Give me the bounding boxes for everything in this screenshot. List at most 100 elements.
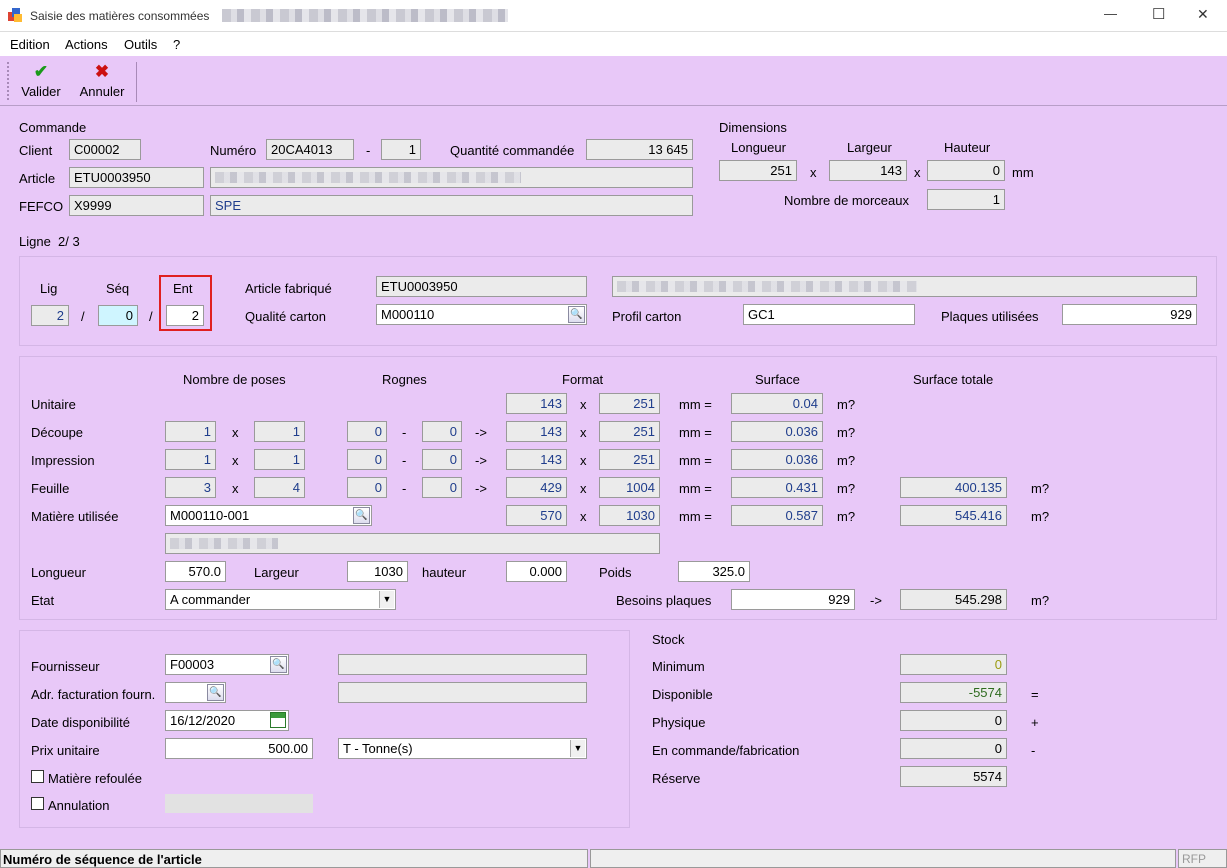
largeur-header: Largeur bbox=[847, 140, 892, 155]
matiere-value: M000110-001 bbox=[170, 508, 250, 523]
refoulee-label: Matière refoulée bbox=[48, 771, 142, 786]
cancel-button[interactable]: ✖ Annuler bbox=[77, 62, 127, 102]
besoins-field[interactable]: 929 bbox=[731, 589, 855, 610]
refoulee-checkbox[interactable] bbox=[31, 770, 44, 783]
validate-button[interactable]: ✔ Valider bbox=[18, 62, 64, 102]
adr-lookup-icon[interactable]: 🔍 bbox=[207, 684, 224, 701]
matiere-lookup-icon[interactable]: 🔍 bbox=[353, 507, 370, 524]
decoupe-rogne-1: 0 bbox=[347, 421, 387, 442]
matiere-field[interactable]: M000110-001 🔍 bbox=[165, 505, 372, 526]
poids-field[interactable]: 325.0 bbox=[678, 561, 750, 582]
decoupe-surface: 0.036 bbox=[731, 421, 823, 442]
row-label-impression: Impression bbox=[31, 453, 95, 468]
adr-field[interactable]: 🔍 bbox=[165, 682, 226, 703]
morceaux-field[interactable]: 1 bbox=[927, 189, 1005, 210]
decoupe-x1: x bbox=[232, 425, 239, 440]
profil-field[interactable]: GC1 bbox=[743, 304, 915, 325]
client-field[interactable]: C00002 bbox=[69, 139, 141, 160]
feuille-poses-2: 4 bbox=[254, 477, 305, 498]
feuille-mm: mm = bbox=[679, 481, 712, 496]
slash-2: / bbox=[149, 309, 153, 324]
rognes-header: Rognes bbox=[382, 372, 427, 387]
unite-select[interactable]: T - Tonne(s) ▼ bbox=[338, 738, 587, 759]
unitaire-format-1: 143 bbox=[506, 393, 567, 414]
menu-help[interactable]: ? bbox=[173, 37, 180, 52]
feuille-surface: 0.431 bbox=[731, 477, 823, 498]
dim-unit: mm bbox=[1012, 165, 1034, 180]
largeur2-field[interactable]: 1030 bbox=[347, 561, 408, 582]
matiere-mm: mm = bbox=[679, 509, 712, 524]
annulation-checkbox[interactable] bbox=[31, 797, 44, 810]
adr-label: Adr. facturation fourn. bbox=[31, 687, 156, 702]
qualite-lookup-icon[interactable]: 🔍 bbox=[568, 306, 585, 323]
decoupe-format-2: 251 bbox=[599, 421, 660, 442]
date-field[interactable]: 16/12/2020 bbox=[165, 710, 289, 731]
besoins-m2: m? bbox=[1031, 593, 1050, 608]
prix-field[interactable]: 500.00 bbox=[165, 738, 313, 759]
maximize-button[interactable]: ☐ bbox=[1152, 5, 1165, 23]
unitaire-format-2: 251 bbox=[599, 393, 660, 414]
annulation-field bbox=[165, 794, 313, 813]
numero-label: Numéro bbox=[210, 143, 257, 158]
annulation-label: Annulation bbox=[48, 798, 110, 813]
row-label-unitaire: Unitaire bbox=[31, 397, 76, 412]
seq-field[interactable]: 0 bbox=[98, 305, 138, 326]
plaques-label: Plaques utilisées bbox=[941, 309, 1039, 324]
menu-actions[interactable]: Actions bbox=[65, 37, 108, 52]
dim-largeur-field[interactable]: 143 bbox=[829, 160, 907, 181]
impression-dash: - bbox=[402, 453, 407, 468]
matiere-format-1: 570 bbox=[506, 505, 567, 526]
article-desc-redacted bbox=[215, 172, 521, 183]
article-fab-field[interactable]: ETU0003950 bbox=[376, 276, 587, 297]
fournisseur-field[interactable]: F00003 🔍 bbox=[165, 654, 289, 675]
dim-hauteur-field[interactable]: 0 bbox=[927, 160, 1005, 181]
fournisseur-lookup-icon[interactable]: 🔍 bbox=[270, 656, 287, 673]
longueur2-label: Longueur bbox=[31, 565, 86, 580]
matiere-surface-totale: 545.416 bbox=[900, 505, 1007, 526]
window-title: Saisie des matières consommées bbox=[30, 9, 210, 23]
row-label-feuille: Feuille bbox=[31, 481, 70, 496]
title-redacted bbox=[222, 9, 508, 22]
chevron-down-icon[interactable]: ▼ bbox=[379, 591, 394, 608]
adr-desc-field bbox=[338, 682, 587, 703]
article-field[interactable]: ETU0003950 bbox=[69, 167, 204, 188]
menu-edition[interactable]: Edition bbox=[10, 37, 50, 52]
fournisseur-label: Fournisseur bbox=[31, 659, 100, 674]
ent-field[interactable]: 2 bbox=[166, 305, 204, 326]
hauteur2-label: hauteur bbox=[422, 565, 467, 580]
unitaire-x: x bbox=[580, 397, 587, 412]
dim-longueur-field[interactable]: 251 bbox=[719, 160, 797, 181]
article-fab-label: Article fabriqué bbox=[245, 281, 332, 296]
matiere-surface: 0.587 bbox=[731, 505, 823, 526]
feuille-dash: - bbox=[402, 481, 407, 496]
qualite-field[interactable]: M000110 🔍 bbox=[376, 304, 587, 325]
physique-op: + bbox=[1031, 715, 1039, 730]
plaques-field[interactable]: 929 bbox=[1062, 304, 1197, 325]
matiere-m2-total: m? bbox=[1031, 509, 1050, 524]
numero-dash: - bbox=[366, 143, 371, 158]
menu-outils[interactable]: Outils bbox=[124, 37, 157, 52]
feuille-x2: x bbox=[580, 481, 587, 496]
calendar-icon[interactable] bbox=[270, 712, 286, 728]
unitaire-surface: 0.04 bbox=[731, 393, 823, 414]
etat-select[interactable]: A commander ▼ bbox=[165, 589, 396, 610]
qte-field[interactable]: 13 645 bbox=[586, 139, 693, 160]
etat-value: A commander bbox=[170, 592, 251, 607]
feuille-m2: m? bbox=[837, 481, 856, 496]
hauteur2-field[interactable]: 0.000 bbox=[506, 561, 567, 582]
lig-field[interactable]: 2 bbox=[31, 305, 69, 326]
matiere-x: x bbox=[580, 509, 587, 524]
numero-field[interactable]: 20CA4013 bbox=[266, 139, 354, 160]
toolbar bbox=[0, 56, 1227, 106]
decoupe-m2: m? bbox=[837, 425, 856, 440]
besoins-label: Besoins plaques bbox=[616, 593, 712, 608]
fefco-field[interactable]: X9999 bbox=[69, 195, 204, 216]
physique-label: Physique bbox=[652, 715, 706, 730]
close-button[interactable]: ✕ bbox=[1197, 6, 1209, 23]
longueur2-field[interactable]: 570.0 bbox=[165, 561, 226, 582]
numero-suffix-field[interactable]: 1 bbox=[381, 139, 421, 160]
minimize-button[interactable]: — bbox=[1104, 6, 1117, 21]
qualite-value: M000110 bbox=[381, 307, 435, 322]
dim-x2: x bbox=[914, 165, 921, 180]
unite-chevron-down-icon[interactable]: ▼ bbox=[570, 740, 585, 757]
